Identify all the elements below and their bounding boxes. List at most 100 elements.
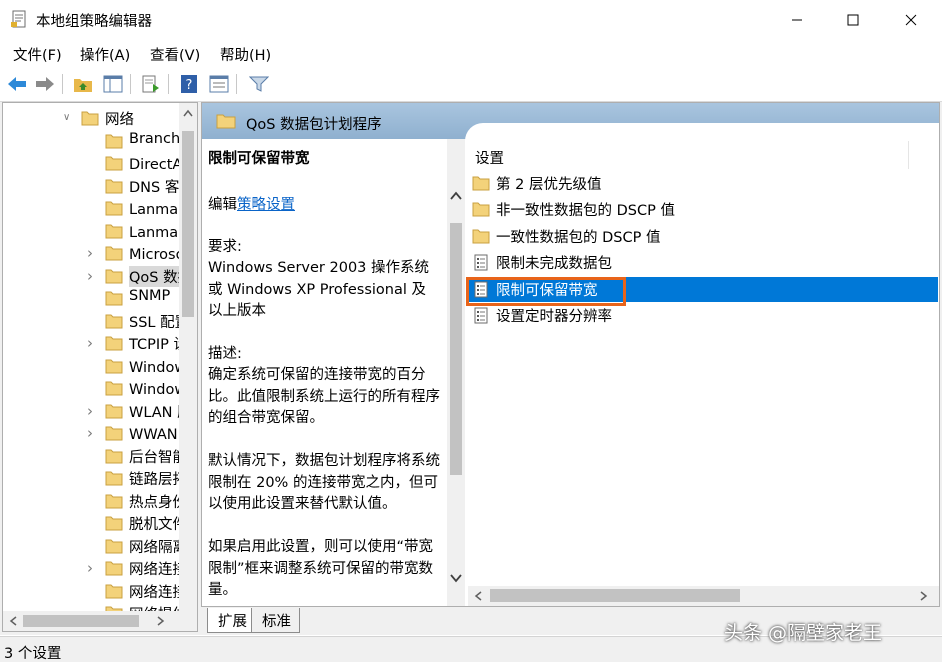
maximize-icon [847, 14, 859, 26]
tree-item[interactable]: › TCPIP 设置 [3, 332, 179, 354]
chevron-down-icon[interactable]: ∨ [63, 112, 73, 124]
scroll-up-arrow-icon[interactable] [183, 109, 193, 117]
tree-item-label: 网络提供程序 [129, 603, 179, 611]
menu-action[interactable]: 操作(A) [80, 44, 130, 65]
scroll-down-arrow-icon[interactable] [449, 573, 463, 583]
tab-standard[interactable]: 标准 [251, 608, 300, 633]
menu-help[interactable]: 帮助(H) [220, 44, 271, 65]
tree-item[interactable]: Windows 连接管理器 [3, 355, 179, 377]
toolbar-separator [62, 74, 63, 94]
tree-item[interactable]: ∨ 网络 [3, 107, 179, 129]
back-arrow-icon [8, 77, 26, 91]
tree-item[interactable]: SNMP [3, 287, 179, 309]
tree-item[interactable]: Windows 连接现在 [3, 377, 179, 399]
setting-label: 一致性数据包的 DSCP 值 [496, 229, 661, 246]
properties-button[interactable] [208, 73, 230, 95]
requirements-label: 要求: [208, 239, 242, 255]
folder-icon [105, 313, 123, 329]
policy-setting-icon [472, 307, 490, 324]
chevron-right-icon[interactable]: › [87, 268, 97, 283]
tree-item[interactable]: Lanman 工作站 [3, 220, 179, 242]
tree-item-label: 后台智能传输服务(BITS) [129, 449, 179, 466]
minimize-button[interactable] [768, 0, 826, 40]
settings-category-row[interactable]: 一致性数据包的 DSCP 值 [468, 224, 938, 249]
column-separator [908, 141, 909, 169]
policy-setting-row[interactable]: 设置定时器分辨率 [468, 303, 938, 328]
menu-file[interactable]: 文件(F) [13, 44, 62, 65]
folder-icon [105, 358, 123, 374]
edit-policy-line: 编辑策略设置 [208, 197, 295, 213]
chevron-right-icon[interactable]: › [87, 336, 97, 351]
tree-item[interactable]: DirectAccess 客户端体验设置 [3, 152, 179, 174]
tree-item[interactable]: 脱机文件 [3, 512, 179, 534]
tree-item-label: Windows 连接管理器 [129, 359, 179, 376]
folder-icon [105, 470, 123, 486]
toolbar-separator [236, 74, 237, 94]
tree-item[interactable]: BranchCache [3, 130, 179, 152]
folder-icon [105, 290, 123, 306]
tree-item[interactable]: 链路层拓扑发现 [3, 467, 179, 489]
tree-item-label: SNMP [129, 288, 171, 304]
show-hide-tree-button[interactable] [102, 73, 124, 95]
chevron-right-icon[interactable]: › [87, 403, 97, 418]
tree-item-label: SSL 配置设置 [129, 314, 179, 331]
maximize-button[interactable] [824, 0, 882, 40]
filter-button[interactable] [248, 73, 270, 95]
chevron-right-icon[interactable]: › [87, 561, 97, 576]
up-one-level-button[interactable] [72, 73, 94, 95]
tree-items: ∨ 网络 BranchCache DirectAccess 客户端体验设置 DNS 客户… [3, 103, 179, 611]
tree-item[interactable]: Lanman 服务器 [3, 197, 179, 219]
chevron-right-icon[interactable]: › [87, 246, 97, 261]
scroll-up-arrow-icon[interactable] [449, 191, 463, 201]
tree-item[interactable]: 后台智能传输服务(BITS) [3, 445, 179, 467]
export-list-button[interactable] [140, 73, 162, 95]
folder-icon [105, 155, 123, 171]
description-scroll-thumb[interactable] [450, 223, 462, 475]
tree-item[interactable]: › QoS 数据包计划程序 [3, 265, 179, 287]
tree-item[interactable]: 网络提供程序 [3, 602, 179, 611]
up-folder-icon [74, 79, 92, 92]
requirements-text: Windows Server 2003 操作系统或 Windows XP Pro… [208, 260, 430, 319]
forward-button[interactable] [34, 73, 56, 95]
close-button[interactable] [882, 0, 940, 40]
folder-icon [472, 201, 490, 218]
tree-item[interactable]: › WWAN 服务 [3, 422, 179, 444]
settings-category-row[interactable]: 非一致性数据包的 DSCP 值 [468, 197, 938, 222]
scroll-right-arrow-icon[interactable] [157, 616, 165, 626]
description-pane: 限制可保留带宽 编辑策略设置 要求: Windows Server 2003 操… [202, 139, 448, 606]
tree-item[interactable]: SSL 配置设置 [3, 310, 179, 332]
chevron-right-icon[interactable]: › [87, 426, 97, 441]
minimize-icon [792, 19, 802, 21]
tree-item[interactable]: 网络隔离 [3, 535, 179, 557]
tree-horizontal-scroll-thumb[interactable] [23, 615, 139, 627]
tree-item[interactable]: › WLAN 服务 [3, 400, 179, 422]
back-button[interactable] [6, 73, 28, 95]
tree-item[interactable]: › Microsoft 对等网络服务 [3, 242, 179, 264]
tree-item[interactable]: 网络连接状态指示器 [3, 580, 179, 602]
description-paragraph-3: 如果启用此设置，则可以使用“带宽限制”框来调整系统可保留的带宽数量。 [208, 539, 434, 598]
details-panel: QoS 数据包计划程序 限制可保留带宽 编辑策略设置 要求: Windows S… [201, 102, 940, 607]
scroll-left-arrow-icon[interactable] [9, 616, 17, 626]
folder-icon [105, 425, 123, 441]
help-button[interactable]: ? [178, 73, 200, 95]
folder-icon [105, 335, 123, 351]
tab-extended[interactable]: 扩展 [207, 608, 256, 633]
scroll-left-arrow-icon[interactable] [474, 591, 482, 601]
settings-category-row[interactable]: 第 2 层优先级值 [468, 171, 938, 196]
tree-item[interactable]: › 网络连接 [3, 557, 179, 579]
policy-setting-row[interactable]: 限制未完成数据包 [468, 250, 938, 275]
folder-icon [105, 178, 123, 194]
settings-column-header[interactable]: 设置 [475, 147, 504, 168]
tree-item[interactable]: DNS 客户端 [3, 175, 179, 197]
toolbar: ? [0, 68, 942, 100]
description-paragraph-1: 确定系统可保留的连接带宽的百分比。此值限制系统上运行的所有程序的组合带宽保留。 [208, 367, 440, 426]
edit-policy-link[interactable]: 策略设置 [237, 197, 295, 213]
tree-item-label: Windows 连接现在 [129, 382, 179, 398]
settings-horizontal-scroll-thumb[interactable] [490, 589, 740, 602]
help-icon: ? [181, 75, 197, 93]
scroll-right-arrow-icon[interactable] [920, 591, 928, 601]
tree-vertical-scroll-thumb[interactable] [182, 131, 194, 317]
menu-view[interactable]: 查看(V) [150, 44, 200, 65]
gpedit-document-icon [11, 10, 26, 28]
tree-item[interactable]: 热点身份验证 [3, 490, 179, 512]
